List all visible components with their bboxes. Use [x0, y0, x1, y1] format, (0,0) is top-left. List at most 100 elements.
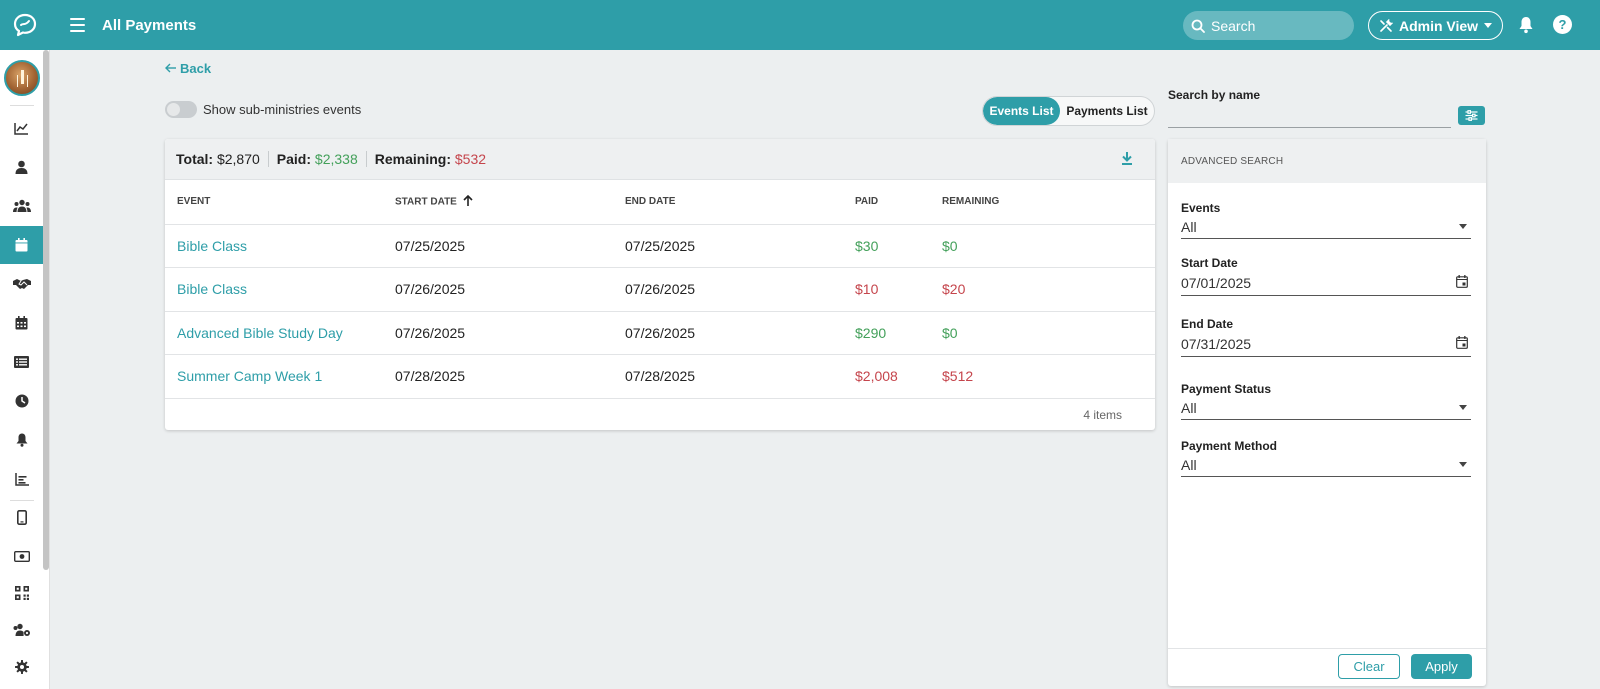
sidebar-item-attendance[interactable] [0, 382, 43, 420]
events-select-value: All [1181, 218, 1197, 235]
start-date-input[interactable]: 07/01/2025 [1181, 270, 1471, 296]
sidebar-scrollbar[interactable] [43, 50, 49, 570]
table-row: Summer Camp Week 1 07/28/2025 07/28/2025… [165, 354, 1155, 399]
notifications-bell-icon[interactable] [1518, 16, 1534, 37]
payment-status-filter: Payment Status All [1181, 382, 1471, 420]
sidebar-item-settings[interactable] [0, 648, 43, 686]
help-icon[interactable]: ? [1553, 15, 1572, 34]
remaining-cell: $512 [942, 354, 1155, 399]
items-count: 4 items [1083, 407, 1122, 422]
paid-label: Paid: [276, 151, 312, 167]
payment-method-select[interactable]: All [1181, 453, 1471, 477]
payment-method-filter: Payment Method All [1181, 439, 1471, 477]
paid-cell: $10 [855, 267, 942, 312]
sidebar-item-user-management[interactable] [0, 611, 43, 649]
admin-view-button[interactable]: Admin View [1368, 11, 1503, 40]
calendar-picker-icon[interactable] [1456, 274, 1468, 291]
sidebar-item-mobile[interactable] [0, 498, 43, 536]
end-date-label: End Date [1181, 317, 1234, 331]
global-search[interactable] [1183, 11, 1354, 40]
events-select[interactable]: All [1181, 215, 1471, 239]
advanced-search-actions: Clear Apply [1168, 648, 1486, 686]
qr-code-icon [14, 586, 29, 600]
events-filter: Events All [1181, 201, 1471, 239]
sub-ministries-toggle-row: Show sub-ministries events [165, 101, 361, 118]
search-by-name-label: Search by name [1168, 88, 1261, 102]
start-date-cell: 07/26/2025 [395, 267, 625, 312]
events-table: EVENT START DATE END DATE PAID REMAINING… [165, 180, 1155, 399]
tab-events-list[interactable]: Events List [983, 97, 1060, 125]
sidebar-item-qr[interactable] [0, 574, 43, 612]
end-date-filter: End Date 07/31/2025 [1181, 317, 1471, 357]
money-icon [13, 550, 30, 562]
sub-ministries-toggle-label: Show sub-ministries events [203, 102, 362, 117]
total-value: $2,870 [216, 151, 260, 167]
paid-cell: $30 [855, 224, 942, 268]
download-icon[interactable] [1121, 152, 1133, 168]
top-bar: All Payments Admin View ? [0, 0, 1600, 50]
start-date-cell: 07/28/2025 [395, 354, 625, 399]
filter-toggle-button[interactable] [1458, 106, 1485, 125]
apply-button[interactable]: Apply [1411, 654, 1472, 679]
column-header-event[interactable]: EVENT [165, 180, 395, 225]
sliders-icon [1465, 110, 1478, 121]
list-icon [14, 356, 29, 368]
end-date-input[interactable]: 07/31/2025 [1181, 331, 1471, 357]
sidebar [0, 50, 50, 689]
event-link[interactable]: Summer Camp Week 1 [177, 368, 322, 384]
start-date-cell: 07/25/2025 [395, 224, 625, 268]
sidebar-item-members[interactable] [0, 187, 43, 225]
sub-ministries-toggle[interactable] [165, 101, 197, 118]
table-row: Bible Class 07/26/2025 07/26/2025 $10 $2… [165, 267, 1155, 312]
summary-divider [267, 151, 269, 167]
payment-status-select[interactable]: All [1181, 396, 1471, 420]
table-header-row: EVENT START DATE END DATE PAID REMAINING [165, 180, 1155, 225]
event-link[interactable]: Bible Class [177, 281, 247, 297]
app-logo-icon[interactable] [0, 0, 50, 50]
menu-icon[interactable] [70, 15, 90, 35]
start-date-label: Start Date [1181, 256, 1238, 270]
column-header-remaining[interactable]: REMAINING [942, 180, 1155, 225]
payment-status-label: Payment Status [1181, 382, 1272, 396]
page-title: All Payments [102, 16, 197, 34]
bell-icon [16, 433, 27, 447]
sidebar-item-reports[interactable] [0, 460, 43, 498]
admin-view-label: Admin View [1398, 17, 1479, 34]
bar-chart-icon [14, 472, 29, 486]
remaining-cell: $20 [942, 267, 1155, 312]
end-date-cell: 07/28/2025 [625, 354, 855, 399]
sidebar-item-dashboard[interactable] [0, 109, 43, 147]
search-by-name-input[interactable] [1168, 105, 1451, 128]
organization-avatar[interactable] [4, 60, 40, 96]
table-row: Advanced Bible Study Day 07/26/2025 07/2… [165, 311, 1155, 355]
back-link[interactable]: Back [165, 61, 211, 76]
clock-icon [15, 394, 28, 408]
payment-status-value: All [1181, 399, 1197, 416]
sidebar-item-volunteers[interactable] [0, 265, 43, 303]
back-label: Back [180, 61, 212, 76]
tab-payments-list[interactable]: Payments List [1060, 97, 1154, 125]
sidebar-item-lists[interactable] [0, 343, 43, 381]
start-date-cell: 07/26/2025 [395, 311, 625, 355]
global-search-input[interactable] [1211, 17, 1351, 34]
remaining-cell: $0 [942, 311, 1155, 355]
column-header-start-date[interactable]: START DATE [395, 180, 625, 225]
column-header-paid[interactable]: PAID [855, 180, 942, 225]
sidebar-item-profile[interactable] [0, 148, 43, 186]
group-icon [12, 199, 31, 212]
sidebar-item-events[interactable] [0, 226, 43, 264]
remaining-value: $532 [454, 151, 487, 167]
advanced-search-title: ADVANCED SEARCH [1168, 139, 1486, 183]
sidebar-item-schedule[interactable] [0, 304, 43, 342]
column-header-end-date[interactable]: END DATE [625, 180, 855, 225]
sidebar-divider [10, 105, 34, 106]
clear-button[interactable]: Clear [1338, 654, 1400, 679]
payments-summary: Total: $2,870 Paid: $2,338 Remaining: $5… [165, 139, 1155, 180]
sidebar-item-payments[interactable] [0, 537, 43, 575]
event-link[interactable]: Advanced Bible Study Day [177, 325, 343, 341]
calendar-picker-icon[interactable] [1456, 335, 1468, 352]
remaining-label: Remaining: [374, 151, 451, 167]
table-row: Bible Class 07/25/2025 07/25/2025 $30 $0 [165, 224, 1155, 268]
sidebar-item-notifications[interactable] [0, 421, 43, 459]
event-link[interactable]: Bible Class [177, 238, 247, 254]
